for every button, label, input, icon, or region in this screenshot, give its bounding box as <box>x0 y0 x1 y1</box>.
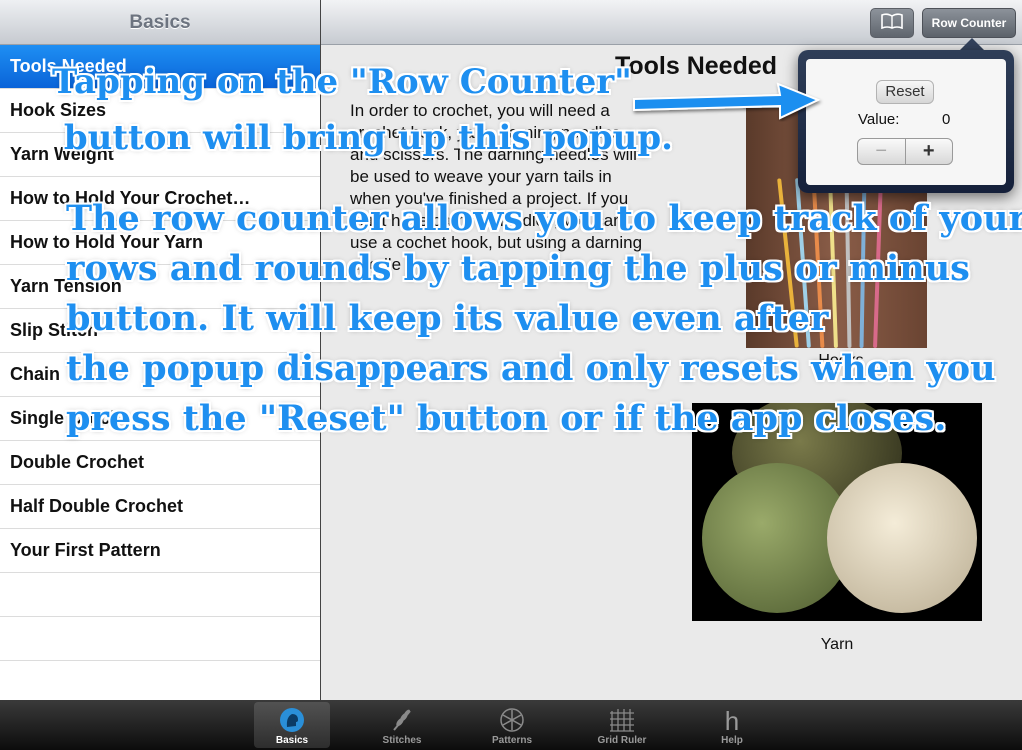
sidebar-item-first-pattern[interactable]: Your First Pattern <box>0 529 320 573</box>
counter-stepper: − + <box>857 138 953 165</box>
tab-label-patterns: Patterns <box>491 735 532 746</box>
decrement-button[interactable]: − <box>858 139 906 164</box>
sidebar-empty-row <box>0 573 320 617</box>
book-icon <box>881 12 903 34</box>
increment-button[interactable]: + <box>906 139 953 164</box>
tab-label-basics: Basics <box>275 735 309 746</box>
popover-content: Reset Value: 0 − + <box>806 59 1006 185</box>
sidebar-empty-row <box>0 617 320 661</box>
grid-icon <box>608 706 636 734</box>
sidebar-header: Basics <box>0 0 320 45</box>
wheat-icon <box>388 706 416 734</box>
tab-grid-ruler[interactable]: Grid Ruler <box>584 702 660 748</box>
tab-label-stitches: Stitches <box>382 735 422 746</box>
head-icon <box>278 706 306 734</box>
tab-label-help: Help <box>721 735 743 746</box>
callout-row-counter: Tapping on the "Row Counter" button will… <box>52 62 673 158</box>
row-counter-button[interactable]: Row Counter <box>922 8 1016 38</box>
tab-label-grid-ruler: Grid Ruler <box>597 735 647 746</box>
snowflake-icon <box>498 706 526 734</box>
reset-button[interactable]: Reset <box>876 80 934 104</box>
tab-help[interactable]: h Help <box>694 702 770 748</box>
sidebar-empty-row <box>0 661 320 705</box>
tab-patterns[interactable]: Patterns <box>474 702 550 748</box>
yarn-caption: Yarn <box>820 636 854 653</box>
sidebar-item-half-double-crochet[interactable]: Half Double Crochet <box>0 485 320 529</box>
help-icon: h <box>718 706 746 734</box>
svg-text:h: h <box>725 707 739 733</box>
tab-stitches[interactable]: Stitches <box>364 702 440 748</box>
tab-bar: Basics Stitches Patterns Grid Ruler h He… <box>0 700 1022 750</box>
tab-basics[interactable]: Basics <box>254 702 330 748</box>
detail-toolbar: Row Counter <box>321 0 1022 45</box>
sidebar-item-double-crochet[interactable]: Double Crochet <box>0 441 320 485</box>
sidebar-title: Basics <box>129 12 191 33</box>
counter-value: 0 <box>942 111 951 128</box>
row-counter-popover: Reset Value: 0 − + <box>798 50 1014 193</box>
value-label: Value: <box>858 111 900 128</box>
callout-description: The row counter allows you to keep track… <box>66 198 1022 439</box>
book-button[interactable] <box>870 8 914 38</box>
